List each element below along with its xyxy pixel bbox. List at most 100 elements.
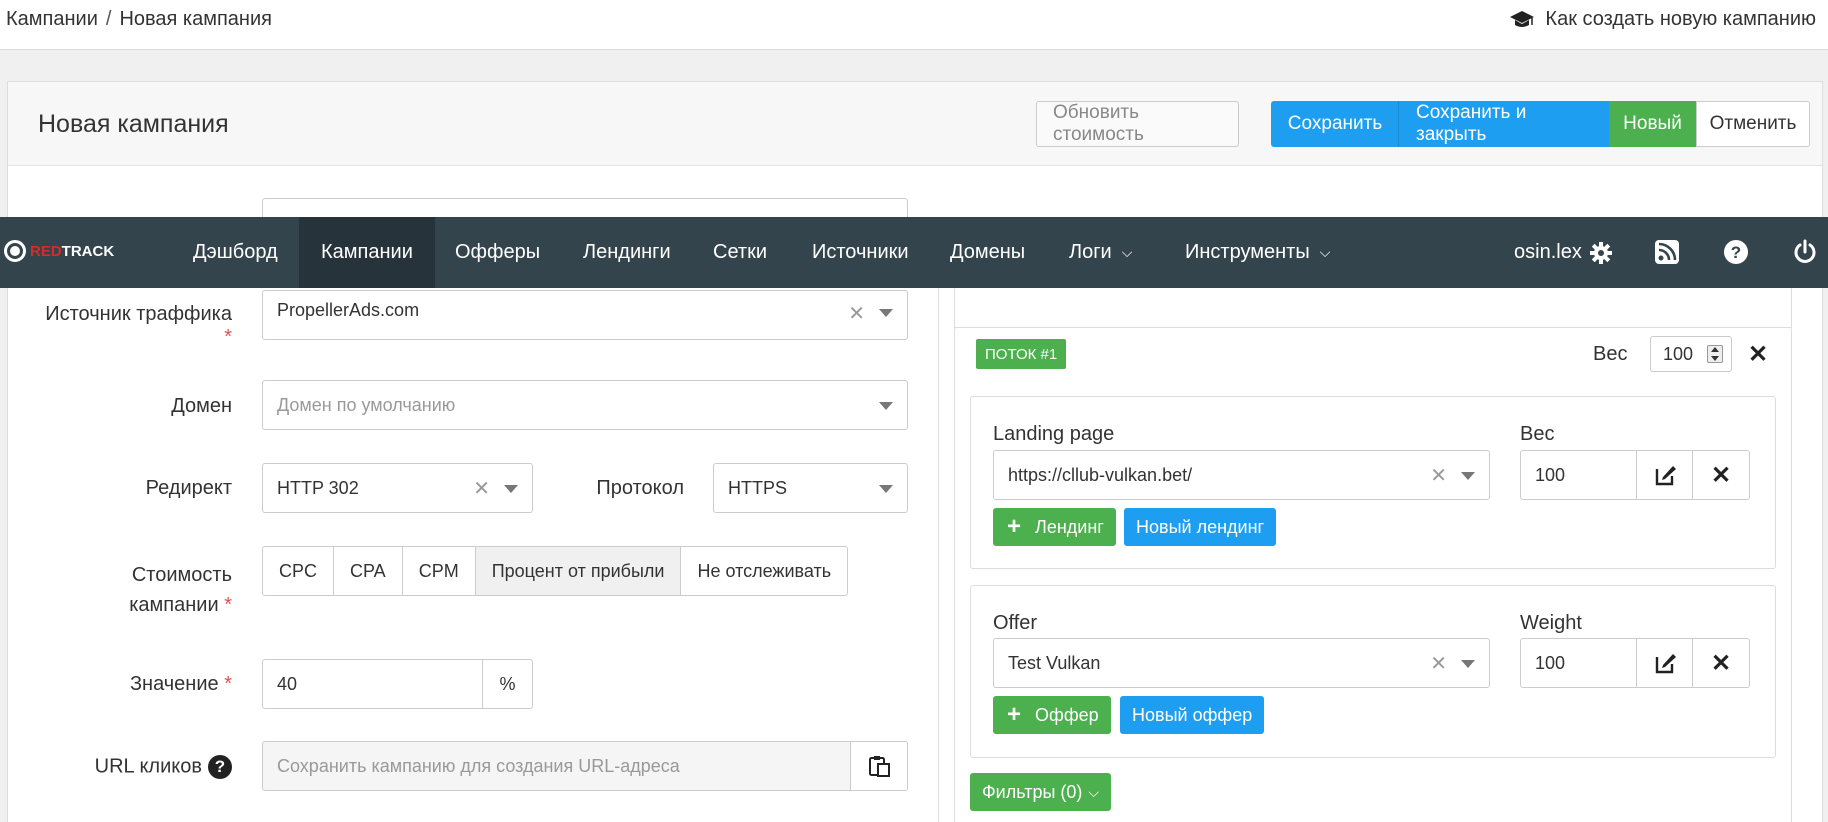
plus-icon: + <box>1007 701 1022 728</box>
clear-icon[interactable]: ✕ <box>1430 651 1447 676</box>
question-circle-icon[interactable]: ? <box>208 755 232 779</box>
flow-weight-input[interactable]: 100 <box>1650 336 1732 372</box>
breadcrumb-separator: / <box>105 8 112 30</box>
nav-item-offers[interactable]: Офферы <box>433 217 562 288</box>
logo-mark-icon <box>4 240 26 262</box>
nav-item-domains[interactable]: Домены <box>928 217 1047 288</box>
edit-icon <box>1655 654 1676 674</box>
percent-addon: % <box>482 659 533 709</box>
power-icon[interactable] <box>1792 239 1818 265</box>
svg-text:?: ? <box>1731 243 1741 262</box>
caret-down-icon <box>1461 472 1475 480</box>
traffic-source-label: Источник траффика * <box>45 303 232 348</box>
add-offer-button[interactable]: + Оффер <box>993 696 1111 734</box>
redirect-select[interactable]: HTTP 302 ✕ <box>262 463 533 513</box>
caret-down-icon <box>1461 660 1475 668</box>
offer-weight-input[interactable]: 100 <box>1520 638 1638 688</box>
redtrack-logo[interactable]: REDTRACK <box>4 240 114 262</box>
filters-button[interactable]: Фильтры (0) ⌵ <box>970 773 1112 811</box>
cost-option-profit-percent[interactable]: Процент от прибыли <box>474 546 682 596</box>
copy-button[interactable] <box>850 741 908 791</box>
cost-option-cpa[interactable]: CPA <box>333 546 403 596</box>
offer-label: Offer <box>993 612 1038 634</box>
traffic-source-value: PropellerAds.com <box>277 299 420 320</box>
flow-badge: ПОТОК #1 <box>976 339 1067 369</box>
close-icon: ✕ <box>1710 649 1732 677</box>
new-offer-button[interactable]: Новый оффер <box>1120 696 1265 734</box>
landing-select[interactable]: https://cllub-vulkan.bet/ ✕ <box>993 450 1490 500</box>
flows-panel-header <box>954 288 1792 328</box>
protocol-select[interactable]: HTTPS <box>713 463 908 513</box>
edit-landing-button[interactable] <box>1636 450 1694 500</box>
cost-option-cpc[interactable]: CPC <box>262 546 335 596</box>
card-header: Новая кампания Обновить стоимость Сохран… <box>8 82 1822 166</box>
chevron-down-icon: ⌵ <box>1121 244 1133 260</box>
nav-item-campaigns[interactable]: Кампании <box>299 217 435 288</box>
nav-item-logs[interactable]: Логи ⌵ <box>1047 217 1154 288</box>
breadcrumb-current: Новая кампания <box>119 8 272 30</box>
cost-type-selector: CPC CPA CPM Процент от прибыли Не отслеж… <box>262 546 849 596</box>
flow-weight-label: Вес <box>1593 343 1628 365</box>
nav-item-sources[interactable]: Источники <box>790 217 931 288</box>
close-icon: ✕ <box>1710 461 1732 489</box>
nav-item-landings[interactable]: Лендинги <box>561 217 693 288</box>
plus-icon: + <box>1007 513 1022 540</box>
cost-option-cpm[interactable]: CPM <box>401 546 476 596</box>
user-menu[interactable]: osin.lex <box>1514 217 1612 288</box>
save-close-button[interactable]: Сохранить и закрыть <box>1399 101 1609 147</box>
protocol-label: Протокол <box>596 477 684 499</box>
remove-flow-icon[interactable]: ✕ <box>1748 340 1768 369</box>
help-link-label: Как создать новую кампанию <box>1545 8 1816 30</box>
clear-icon[interactable]: ✕ <box>848 301 865 326</box>
redirect-value: HTTP 302 <box>277 477 359 498</box>
value-label: Значение * <box>129 673 232 695</box>
page-title: Новая кампания <box>38 110 229 138</box>
cost-option-no-tracking[interactable]: Не отслеживать <box>680 546 849 596</box>
top-bar: Кампании / Новая кампания Как создать но… <box>0 0 1828 50</box>
landing-weight-input[interactable]: 100 <box>1520 450 1638 500</box>
domain-select[interactable]: Домен по умолчанию <box>262 380 908 430</box>
rss-icon[interactable] <box>1654 239 1680 265</box>
cancel-button[interactable]: Отменить <box>1696 101 1810 147</box>
chevron-down-icon: ⌵ <box>1088 783 1100 800</box>
caret-down-icon <box>879 309 893 317</box>
clear-icon[interactable]: ✕ <box>473 476 490 501</box>
protocol-value: HTTPS <box>728 477 788 498</box>
caret-down-icon <box>879 485 893 493</box>
save-button[interactable]: Сохранить <box>1271 101 1399 147</box>
new-landing-button[interactable]: Новый лендинг <box>1124 508 1277 546</box>
value-input[interactable]: 40 <box>262 659 484 709</box>
help-link[interactable]: Как создать новую кампанию <box>1509 8 1816 31</box>
clear-icon[interactable]: ✕ <box>1430 463 1447 488</box>
spinner-icon[interactable] <box>1707 345 1723 363</box>
domain-placeholder: Домен по умолчанию <box>277 394 456 415</box>
user-name: osin.lex <box>1514 241 1582 263</box>
logo-text-white: TRACK <box>61 242 115 260</box>
remove-landing-button[interactable]: ✕ <box>1692 450 1750 500</box>
landing-label: Landing page <box>993 423 1115 445</box>
remove-offer-button[interactable]: ✕ <box>1692 638 1750 688</box>
chevron-down-icon: ⌵ <box>1319 244 1331 260</box>
refresh-cost-button[interactable]: Обновить стоимость <box>1036 101 1239 147</box>
redirect-label: Редирект <box>145 477 232 499</box>
offer-select[interactable]: Test Vulkan ✕ <box>993 638 1490 688</box>
clipboard-icon <box>869 756 890 777</box>
offer-weight-label: Weight <box>1520 612 1582 634</box>
new-button[interactable]: Новый <box>1609 101 1696 147</box>
click-url-input[interactable]: Сохранить кампанию для создания URL-адре… <box>262 741 852 791</box>
caret-down-icon <box>879 402 893 410</box>
nav-item-tools[interactable]: Инструменты ⌵ <box>1163 217 1352 288</box>
add-landing-button[interactable]: + Лендинг <box>993 508 1116 546</box>
help-circle-icon[interactable]: ? <box>1723 239 1749 265</box>
action-button-group: Сохранить Сохранить и закрыть Новый Отме… <box>1271 101 1810 147</box>
gear-icon <box>1589 241 1612 264</box>
breadcrumb-parent[interactable]: Кампании <box>6 8 98 31</box>
nav-item-dashboard[interactable]: Дэшборд <box>171 217 300 288</box>
nav-item-networks[interactable]: Сетки <box>691 217 789 288</box>
landing-weight-label: Вес <box>1520 423 1555 445</box>
traffic-source-select[interactable]: PropellerAds.com ✕ <box>262 290 908 340</box>
logo-text-red: RED <box>30 242 62 260</box>
cost-label: Стоимость кампании * <box>129 564 232 616</box>
edit-offer-button[interactable] <box>1636 638 1694 688</box>
click-url-label: URL кликов? <box>37 755 232 779</box>
